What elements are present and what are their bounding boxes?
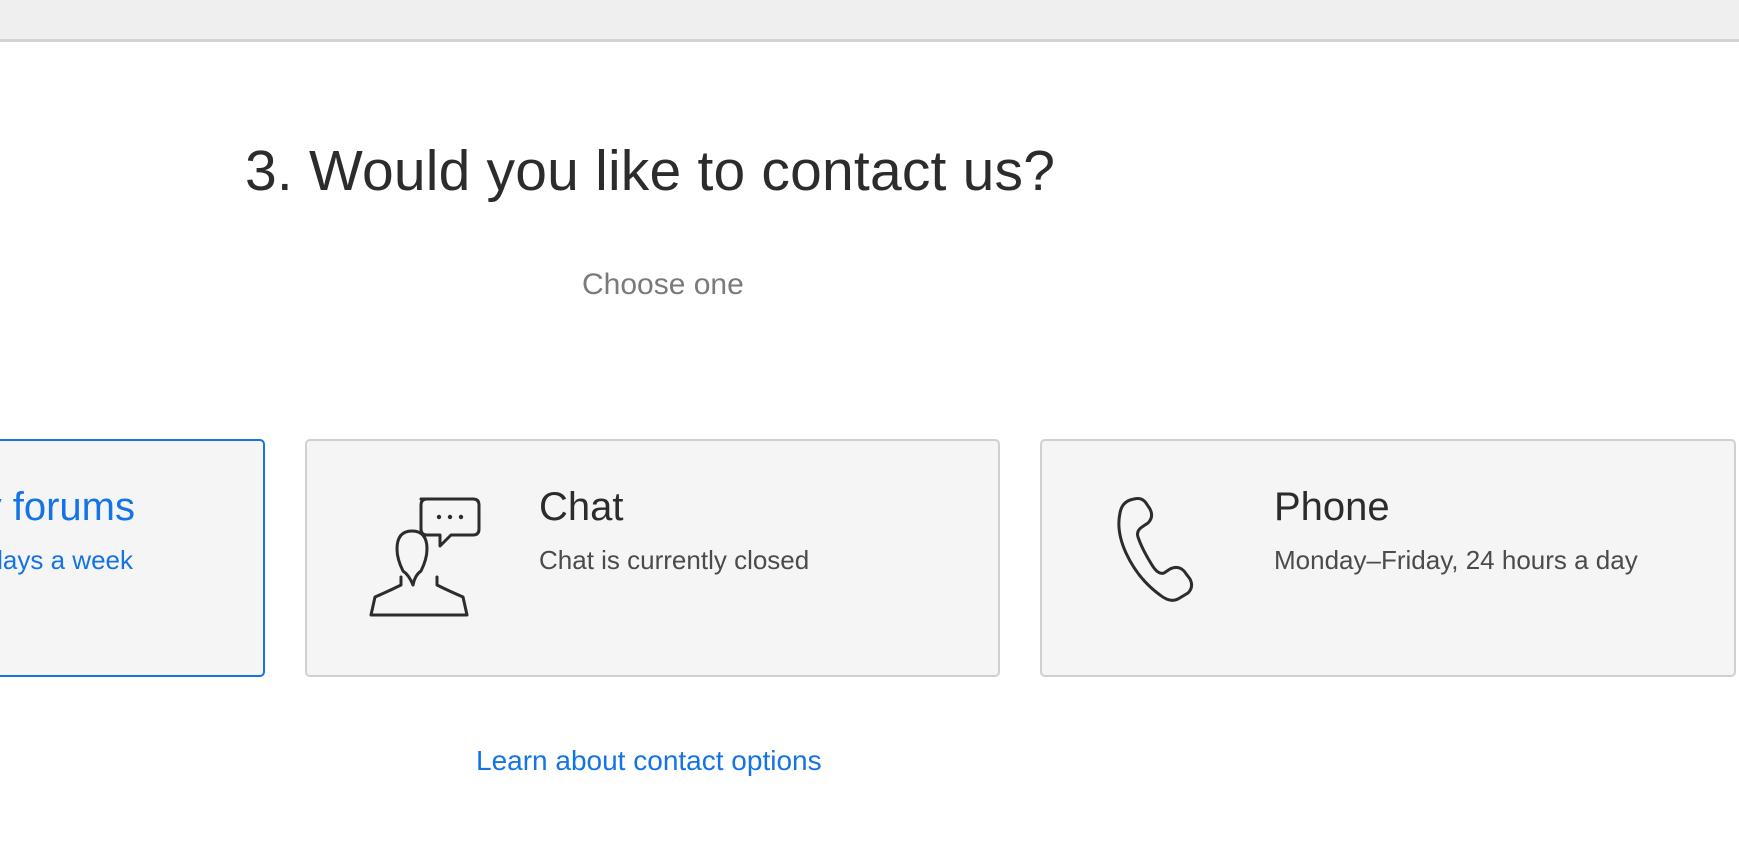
phone-icon xyxy=(1117,497,1194,602)
page-title: 3. Would you like to contact us? xyxy=(245,139,1056,203)
phone-card-title: Phone xyxy=(1274,485,1390,529)
forums-card-title: y forums xyxy=(0,485,135,529)
option-card-forums[interactable]: y forums days a week xyxy=(0,439,265,677)
option-card-chat[interactable]: Chat Chat is currently closed xyxy=(305,439,1000,677)
chat-card-description: Chat is currently closed xyxy=(539,545,810,575)
learn-contact-options-link[interactable]: Learn about contact options xyxy=(476,745,822,777)
phone-card-description: Monday–Friday, 24 hours a day xyxy=(1274,545,1638,575)
option-card-phone[interactable]: Phone Monday–Friday, 24 hours a day xyxy=(1040,439,1736,677)
chat-person-icon xyxy=(369,497,481,617)
choose-one-label: Choose one xyxy=(582,268,744,301)
forums-card-content: y forums days a week xyxy=(0,441,263,675)
chat-card-title: Chat xyxy=(539,485,624,529)
top-bar xyxy=(0,0,1739,42)
forums-card-description: days a week xyxy=(0,545,133,575)
